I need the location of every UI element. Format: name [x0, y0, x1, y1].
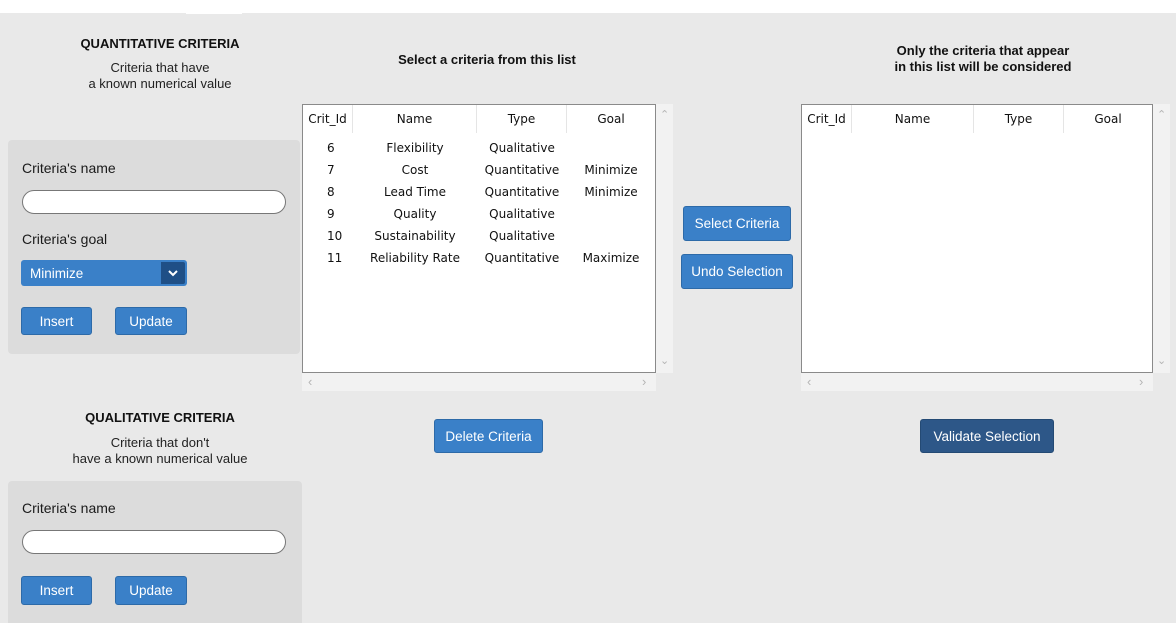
- select-criteria-button[interactable]: Select Criteria: [683, 206, 791, 241]
- column-header-name[interactable]: Name: [852, 105, 974, 133]
- qualitative-subtitle-line2: have a known numerical value: [72, 451, 248, 466]
- cell-name: Cost: [401, 163, 429, 177]
- qualitative-insert-button[interactable]: Insert: [21, 576, 92, 605]
- cell-goal: Maximize: [582, 251, 640, 265]
- table-row[interactable]: 9 Quality Qualitative: [303, 203, 655, 225]
- qualitative-subtitle-line1: Criteria that don't: [110, 435, 210, 450]
- cell-goal: [567, 137, 655, 159]
- column-header-goal[interactable]: Goal: [1064, 105, 1152, 133]
- quantitative-subtitle-line2: a known numerical value: [88, 76, 232, 91]
- available-criteria-table[interactable]: Crit_Id Name Type Goal 6 Flexibility Qua…: [302, 104, 656, 373]
- undo-selection-button[interactable]: Undo Selection: [681, 254, 793, 289]
- cell-name: Flexibility: [386, 141, 444, 155]
- cell-type: Quantitative: [484, 185, 560, 199]
- column-header-type[interactable]: Type: [974, 105, 1064, 133]
- cell-name: Sustainability: [374, 229, 456, 243]
- chevron-up-icon[interactable]: ⌃: [660, 110, 669, 121]
- cell-type: Quantitative: [484, 163, 560, 177]
- cell-goal: Minimize: [584, 163, 638, 177]
- validate-selection-button[interactable]: Validate Selection: [920, 419, 1054, 453]
- right-list-heading-line2: in this list will be considered: [894, 59, 1072, 74]
- chevron-down-icon[interactable]: ⌄: [1157, 356, 1166, 367]
- quantitative-name-input[interactable]: [22, 190, 286, 214]
- cell-goal: [567, 203, 655, 225]
- cell-crit-id: 10: [327, 229, 343, 243]
- cell-crit-id: 11: [327, 251, 343, 265]
- chevron-right-icon[interactable]: ›: [1139, 375, 1143, 388]
- qualitative-name-input[interactable]: [22, 530, 286, 554]
- chevron-right-icon[interactable]: ›: [642, 375, 646, 388]
- cell-crit-id: 7: [327, 163, 335, 177]
- cell-goal: [567, 225, 655, 247]
- chevron-down-icon[interactable]: ⌄: [660, 356, 669, 367]
- chevron-left-icon[interactable]: ‹: [807, 375, 811, 388]
- quantitative-insert-button[interactable]: Insert: [21, 307, 92, 335]
- cell-name: Reliability Rate: [370, 251, 460, 265]
- column-header-type[interactable]: Type: [477, 105, 567, 133]
- qualitative-title: QUALITATIVE CRITERIA: [85, 410, 235, 425]
- table-row[interactable]: 8 Lead Time Quantitative Minimize: [303, 181, 655, 203]
- quantitative-goal-label: Criteria's goal: [22, 231, 108, 247]
- left-table-vertical-scrollbar[interactable]: ⌃ ⌄: [656, 104, 673, 373]
- cell-crit-id: 8: [327, 185, 335, 199]
- cell-type: Qualitative: [489, 141, 555, 155]
- table-row[interactable]: 6 Flexibility Qualitative: [303, 137, 655, 159]
- column-header-name[interactable]: Name: [353, 105, 477, 133]
- cell-type: Quantitative: [484, 251, 560, 265]
- chevron-up-icon[interactable]: ⌃: [1157, 110, 1166, 121]
- left-list-heading: Select a criteria from this list: [398, 52, 576, 67]
- right-table-horizontal-scrollbar[interactable]: ‹ ›: [801, 373, 1153, 391]
- cell-name: Lead Time: [383, 185, 446, 199]
- goal-select-value: Minimize: [30, 265, 84, 281]
- cell-crit-id: 6: [327, 141, 335, 155]
- goal-select[interactable]: Minimize: [21, 260, 187, 286]
- chevron-left-icon[interactable]: ‹: [308, 375, 312, 388]
- qualitative-name-label: Criteria's name: [22, 500, 116, 516]
- column-header-crit-id[interactable]: Crit_Id: [802, 105, 852, 133]
- delete-criteria-button[interactable]: Delete Criteria: [434, 419, 543, 453]
- chevron-down-icon[interactable]: [161, 262, 185, 284]
- qualitative-update-button[interactable]: Update: [115, 576, 187, 605]
- quantitative-update-button[interactable]: Update: [115, 307, 187, 335]
- top-strip: [0, 0, 1176, 13]
- cell-name: Quality: [393, 207, 437, 221]
- table-row[interactable]: 10 Sustainability Qualitative: [303, 225, 655, 247]
- cell-type: Qualitative: [489, 229, 555, 243]
- cell-type: Qualitative: [489, 207, 555, 221]
- column-header-goal[interactable]: Goal: [567, 105, 655, 133]
- quantitative-subtitle-line1: Criteria that have: [110, 60, 210, 75]
- quantitative-name-label: Criteria's name: [22, 160, 116, 176]
- right-list-heading-line1: Only the criteria that appear: [896, 43, 1070, 58]
- table-row[interactable]: 11 Reliability Rate Quantitative Maximiz…: [303, 247, 655, 269]
- quantitative-title: QUANTITATIVE CRITERIA: [80, 36, 240, 51]
- selected-criteria-table[interactable]: Crit_Id Name Type Goal: [801, 104, 1153, 373]
- cell-goal: Minimize: [584, 185, 638, 199]
- column-header-crit-id[interactable]: Crit_Id: [303, 105, 353, 133]
- right-table-vertical-scrollbar[interactable]: ⌃ ⌄: [1153, 104, 1170, 373]
- left-table-horizontal-scrollbar[interactable]: ‹ ›: [302, 373, 656, 391]
- table-row[interactable]: 7 Cost Quantitative Minimize: [303, 159, 655, 181]
- tab-notch: [186, 8, 242, 14]
- cell-crit-id: 9: [327, 207, 335, 221]
